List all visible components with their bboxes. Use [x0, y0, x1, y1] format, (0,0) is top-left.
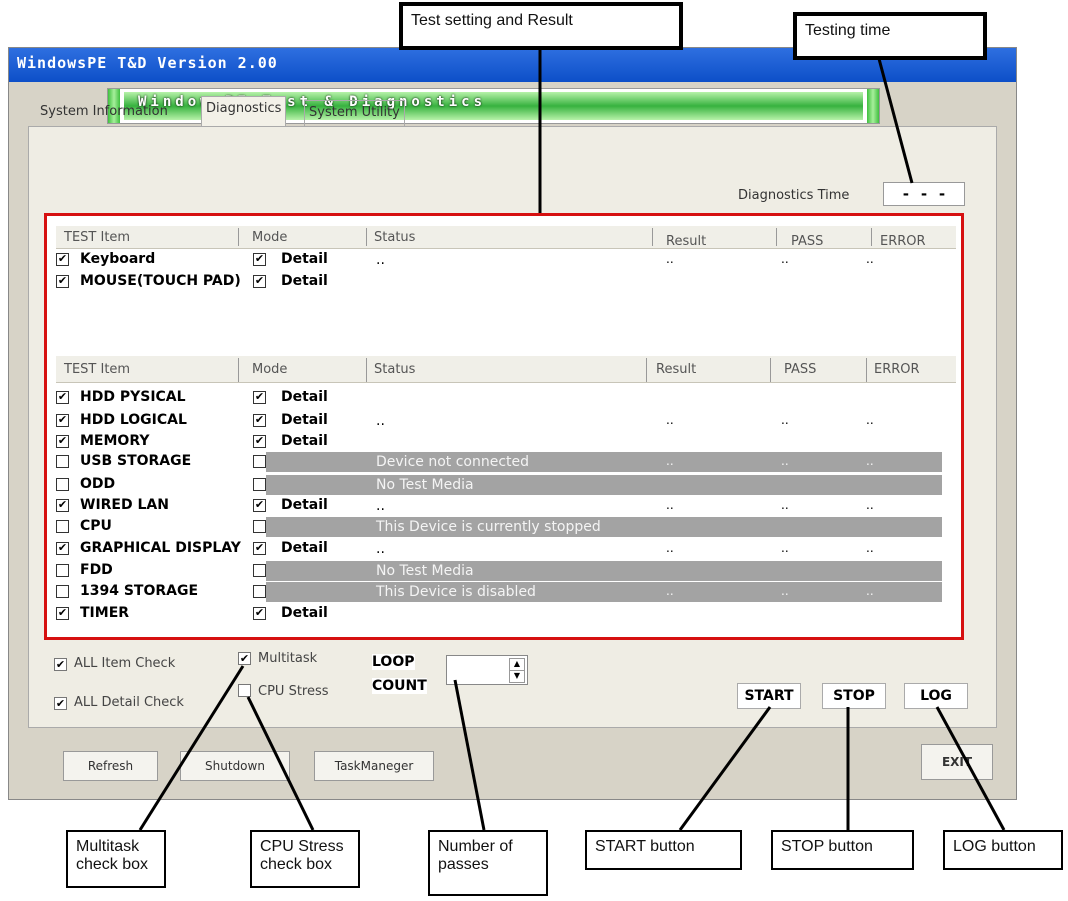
callout-passes: Number of passes: [428, 830, 548, 896]
callout-cpu-stress: CPU Stress check box: [250, 830, 360, 888]
callout-start: START button: [585, 830, 742, 870]
callout-multitask: Multitask check box: [66, 830, 166, 888]
callout-log: LOG button: [943, 830, 1063, 870]
callout-lines: [138, 40, 1006, 831]
callout-stop: STOP button: [771, 830, 914, 870]
callout-test-setting: Test setting and Result: [399, 2, 683, 50]
callout-testing-time: Testing time: [793, 12, 987, 60]
